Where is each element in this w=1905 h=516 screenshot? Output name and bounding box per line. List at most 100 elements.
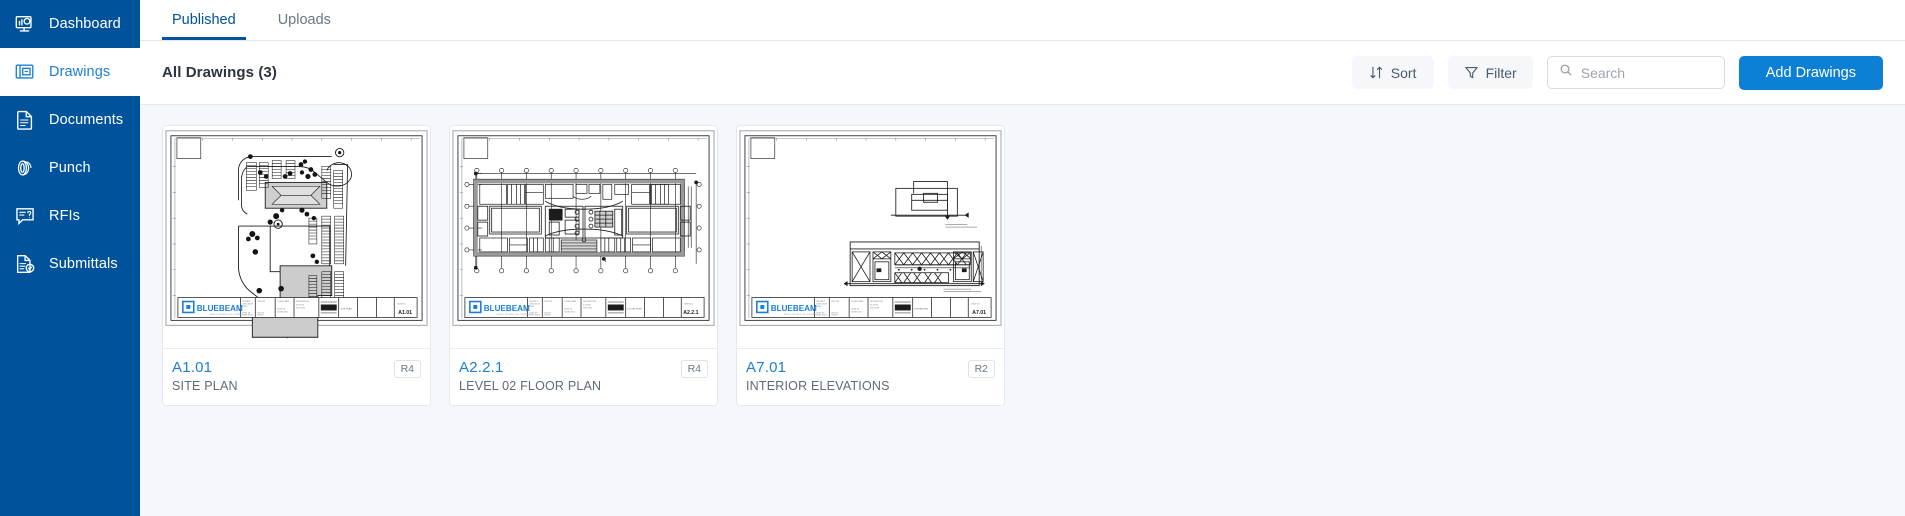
svg-text:A7.01: A7.01 bbox=[972, 310, 986, 316]
svg-text:DESCRIPTION: DESCRIPTION bbox=[296, 301, 309, 303]
svg-text:XXXX XXXX: XXXX XXXX bbox=[242, 314, 253, 316]
punch-icon bbox=[14, 157, 36, 179]
svg-text:XXXX: XXXX bbox=[529, 306, 535, 308]
svg-text:SITE PLAN: SITE PLAN bbox=[341, 307, 353, 310]
drawing-description: LEVEL 02 FLOOR PLAN bbox=[459, 379, 602, 393]
sidebar-item-label: RFIs bbox=[49, 208, 81, 224]
filter-label: Filter bbox=[1485, 64, 1517, 81]
sidebar-item-label: Submittals bbox=[49, 256, 118, 272]
svg-text:XXX XXX: XXX XXX bbox=[831, 301, 840, 303]
sidebar-item-label: Dashboard bbox=[49, 16, 121, 32]
svg-text:CONSULTANT: CONSULTANT bbox=[277, 300, 290, 303]
svg-text:XXXXX XXX: XXXXX XXX bbox=[277, 311, 288, 313]
svg-text:BLUEBEAM: BLUEBEAM bbox=[484, 304, 530, 313]
sidebar-item-rfis[interactable]: RFIs bbox=[0, 192, 140, 240]
svg-text:A REVU TECHNOLOGY COMPANY: A REVU TECHNOLOGY COMPANY bbox=[210, 313, 244, 316]
svg-text:XXXX: XXXX bbox=[816, 306, 822, 308]
svg-text:XXXX XX: XXXX XX bbox=[564, 308, 573, 310]
drawing-number[interactable]: A2.2.1 bbox=[459, 359, 708, 376]
svg-text:XXXXX XXX: XXXXX XXX bbox=[564, 311, 575, 313]
dashboard-icon bbox=[14, 13, 36, 35]
documents-icon bbox=[14, 109, 36, 131]
sidebar-item-drawings[interactable]: Drawings bbox=[0, 48, 140, 96]
filter-icon bbox=[1464, 65, 1479, 80]
tab-published[interactable]: Published bbox=[162, 0, 246, 40]
svg-text:CONSULTANT: CONSULTANT bbox=[851, 300, 864, 303]
svg-text:XXXX: XXXX bbox=[242, 306, 248, 308]
submittals-icon bbox=[14, 253, 36, 275]
drawing-card-footer: A2.2.1 LEVEL 02 FLOOR PLAN R4 bbox=[450, 348, 717, 405]
svg-text:XX XXXX: XX XXXX bbox=[296, 304, 305, 306]
sidebar-item-label: Documents bbox=[49, 112, 124, 128]
drawings-grid: BLUEBEAM A REVU TECHNOLOGY COMPANY PROJE… bbox=[162, 125, 1883, 406]
toolbar: All Drawings (3) Sort Filter Search Add … bbox=[140, 41, 1905, 105]
drawing-card[interactable]: BLUEBEAM A REVU TECHNOLOGY COMPANY PROJE… bbox=[736, 125, 1005, 406]
svg-text:XXX XXX: XXX XXX bbox=[257, 301, 266, 303]
drawing-description: SITE PLAN bbox=[172, 379, 238, 393]
svg-text:XXXX XX: XXXX XX bbox=[277, 308, 286, 310]
sort-label: Sort bbox=[1390, 64, 1417, 81]
svg-text:BLUEBEAM: BLUEBEAM bbox=[197, 304, 243, 313]
tab-label: Uploads bbox=[277, 11, 331, 28]
search-icon bbox=[1559, 63, 1573, 82]
drawing-card[interactable]: BLUEBEAM A REVU TECHNOLOGY COMPANY PROJE… bbox=[162, 125, 431, 406]
svg-text:CONSULTANT: CONSULTANT bbox=[564, 300, 577, 303]
svg-text:XXX XXX: XXX XXX bbox=[544, 301, 553, 303]
svg-text:BLUEBEAM: BLUEBEAM bbox=[771, 304, 817, 313]
svg-text:ELEVATIONS: ELEVATIONS bbox=[915, 307, 929, 310]
svg-text:XXX XXXX: XXX XXXX bbox=[870, 307, 880, 309]
sidebar-item-dashboard[interactable]: Dashboard bbox=[0, 0, 140, 48]
revision-badge: R2 bbox=[967, 360, 995, 378]
svg-text:DWG NO.: DWG NO. bbox=[397, 303, 406, 305]
svg-text:FLOOR PLAN: FLOOR PLAN bbox=[628, 307, 642, 310]
svg-text:DWG NO.: DWG NO. bbox=[971, 303, 980, 305]
svg-text:XXXXX XXX: XXXXX XXX bbox=[851, 311, 862, 313]
search-input[interactable] bbox=[1580, 64, 1713, 81]
svg-text:A2.2.1: A2.2.1 bbox=[683, 310, 698, 316]
sort-icon bbox=[1369, 65, 1384, 80]
drawing-thumbnail[interactable]: BLUEBEAM A REVU TECHNOLOGY COMPANY PROJE… bbox=[737, 126, 1004, 348]
sidebar-item-documents[interactable]: Documents bbox=[0, 96, 140, 144]
sidebar-item-label: Punch bbox=[49, 160, 91, 176]
svg-text:XXX XXXX: XXX XXXX bbox=[583, 307, 593, 309]
page-title: All Drawings (3) bbox=[162, 64, 277, 81]
drawing-number[interactable]: A1.01 bbox=[172, 359, 421, 376]
svg-text:DESCRIPTION: DESCRIPTION bbox=[870, 301, 883, 303]
svg-text:A1.01: A1.01 bbox=[398, 310, 412, 316]
sidebar-item-label: Drawings bbox=[49, 64, 111, 80]
add-drawings-button[interactable]: Add Drawings bbox=[1738, 55, 1883, 90]
sidebar-item-submittals[interactable]: Submittals bbox=[0, 240, 140, 288]
drawing-card-footer: A1.01 SITE PLAN R4 bbox=[163, 348, 430, 405]
svg-text:XX XXXX: XX XXXX bbox=[870, 304, 879, 306]
sort-button[interactable]: Sort bbox=[1351, 56, 1434, 89]
filter-button[interactable]: Filter bbox=[1447, 56, 1533, 89]
drawings-icon bbox=[14, 61, 36, 83]
tab-label: Published bbox=[172, 11, 236, 28]
drawing-thumbnail[interactable]: BLUEBEAM A REVU TECHNOLOGY COMPANY PROJE… bbox=[450, 126, 717, 348]
sidebar-item-punch[interactable]: Punch bbox=[0, 144, 140, 192]
svg-text:XXXXX: XXXXX bbox=[831, 314, 838, 316]
svg-text:DESCRIPTION: DESCRIPTION bbox=[583, 301, 596, 303]
svg-text:XXXX XXXX: XXXX XXXX bbox=[816, 314, 827, 316]
app-root: Dashboard Drawings Documents Punch RFIs … bbox=[0, 0, 1905, 516]
svg-text:XXXXX: XXXXX bbox=[544, 314, 551, 316]
svg-text:XXXX XXXX: XXXX XXXX bbox=[529, 314, 540, 316]
drawing-number[interactable]: A7.01 bbox=[746, 359, 995, 376]
drawings-panel: BLUEBEAM A REVU TECHNOLOGY COMPANY PROJE… bbox=[140, 105, 1905, 516]
sidebar: Dashboard Drawings Documents Punch RFIs … bbox=[0, 0, 140, 516]
search-box[interactable] bbox=[1546, 56, 1725, 89]
svg-text:XXX XXXX: XXX XXXX bbox=[296, 307, 306, 309]
add-drawings-label: Add Drawings bbox=[1765, 64, 1856, 81]
tab-uploads[interactable]: Uploads bbox=[268, 0, 341, 40]
svg-text:XXXX XX: XXXX XX bbox=[851, 308, 860, 310]
main-content: Published Uploads All Drawings (3) Sort bbox=[140, 0, 1905, 516]
svg-text:A REVU TECHNOLOGY COMPANY: A REVU TECHNOLOGY COMPANY bbox=[497, 313, 531, 316]
revision-badge: R4 bbox=[680, 360, 708, 378]
svg-text:XXXXX: XXXXX bbox=[257, 314, 264, 316]
svg-text:DWG NO.: DWG NO. bbox=[684, 303, 693, 305]
drawing-thumbnail[interactable]: BLUEBEAM A REVU TECHNOLOGY COMPANY PROJE… bbox=[163, 126, 430, 348]
svg-text:A REVU TECHNOLOGY COMPANY: A REVU TECHNOLOGY COMPANY bbox=[784, 313, 818, 316]
drawing-card[interactable]: BLUEBEAM A REVU TECHNOLOGY COMPANY PROJE… bbox=[449, 125, 718, 406]
rfi-icon bbox=[14, 205, 36, 227]
tab-bar: Published Uploads bbox=[140, 0, 1905, 41]
